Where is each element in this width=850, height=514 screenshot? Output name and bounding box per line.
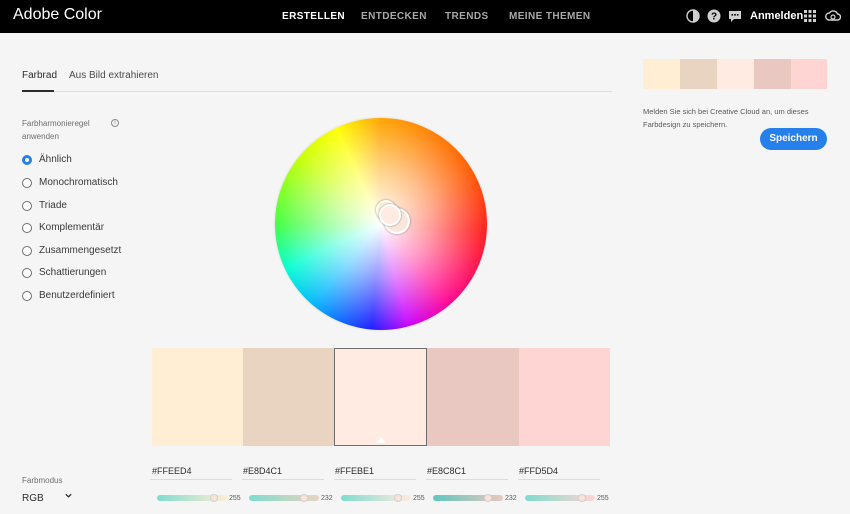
login-link[interactable]: Anmelden [750, 10, 803, 22]
help-icon[interactable]: ? [707, 9, 721, 23]
nav-meine-themen[interactable]: MEINE THEMEN [509, 11, 590, 22]
app-title[interactable]: Adobe Color [13, 6, 102, 24]
radio-button[interactable] [22, 268, 32, 278]
tab-farbrad[interactable]: Farbrad [22, 70, 57, 81]
color-wheel[interactable] [275, 118, 487, 330]
radio-button[interactable] [22, 178, 32, 188]
hex-value[interactable]: #E8D4C1 [243, 466, 282, 476]
nav-erstellen[interactable]: ERSTELLEN [282, 11, 345, 22]
theme-preview-swatch [717, 59, 754, 89]
radio-button[interactable] [22, 201, 32, 211]
color-mode-label: Farbmodus [22, 476, 63, 485]
slider-thumb[interactable] [578, 494, 587, 502]
radio-button[interactable] [22, 155, 32, 165]
slider-thumb[interactable] [484, 494, 493, 502]
slider-thumb[interactable] [394, 494, 403, 502]
channel-slider[interactable] [525, 494, 595, 502]
info-icon[interactable]: i [111, 119, 119, 127]
radio-label: Schattierungen [39, 267, 107, 278]
theme-preview-swatch [643, 59, 680, 89]
theme-toggle-icon[interactable] [686, 9, 700, 23]
radio-label: Triade [39, 200, 67, 211]
hex-field-underline [242, 479, 324, 480]
chevron-down-icon[interactable] [64, 491, 73, 500]
radio-label: Zusammengesetzt [39, 245, 122, 256]
color-handle[interactable] [379, 204, 401, 226]
slider-value[interactable]: 232 [321, 495, 333, 502]
slider-value[interactable]: 255 [597, 495, 609, 502]
save-button[interactable]: Speichern [760, 128, 827, 150]
slider-thumb[interactable] [300, 494, 309, 502]
color-swatch[interactable] [427, 348, 519, 446]
hex-field-underline [150, 479, 232, 480]
hex-field-underline [334, 479, 416, 480]
radio-button[interactable] [22, 246, 32, 256]
hex-value[interactable]: #FFEBE1 [335, 466, 374, 476]
active-tab-indicator [22, 90, 54, 92]
theme-preview-swatch [680, 59, 717, 89]
slider-value[interactable]: 232 [505, 495, 517, 502]
radio-label: Benutzerdefiniert [39, 290, 115, 301]
selected-indicator [376, 437, 386, 443]
hex-field-underline [426, 479, 508, 480]
radio-label: Komplementär [39, 222, 105, 233]
theme-preview-swatch [791, 59, 827, 89]
nav-trends[interactable]: TRENDS [445, 11, 489, 22]
tab-divider [22, 91, 612, 92]
color-swatch-selected[interactable] [334, 348, 427, 446]
channel-slider[interactable] [433, 494, 503, 502]
feedback-icon[interactable] [728, 9, 742, 23]
theme-preview-swatch [754, 59, 791, 89]
slider-value[interactable]: 255 [229, 495, 241, 502]
svg-text:?: ? [711, 12, 717, 23]
creative-cloud-icon[interactable] [825, 9, 841, 23]
channel-slider[interactable] [249, 494, 319, 502]
slider-value[interactable]: 255 [413, 495, 425, 502]
channel-slider[interactable] [157, 494, 227, 502]
hex-value[interactable]: #FFD5D4 [519, 466, 558, 476]
top-bar: Adobe Color ERSTELLEN ENTDECKEN TRENDS M… [0, 0, 850, 33]
channel-slider[interactable] [341, 494, 411, 502]
color-swatch[interactable] [519, 348, 610, 446]
hex-value[interactable]: #FFEED4 [152, 466, 192, 476]
radio-label: Ähnlich [39, 154, 72, 165]
hex-value[interactable]: #E8C8C1 [427, 466, 466, 476]
radio-label: Monochromatisch [39, 177, 118, 188]
hex-field-underline [518, 479, 600, 480]
apps-grid-icon[interactable] [803, 9, 817, 23]
harmony-rule-heading: Farbharmonieregel anwenden [22, 119, 90, 141]
color-swatch[interactable] [152, 348, 243, 446]
radio-button[interactable] [22, 291, 32, 301]
color-mode-select[interactable]: RGB [22, 493, 44, 504]
slider-thumb[interactable] [210, 494, 219, 502]
radio-button[interactable] [22, 223, 32, 233]
tab-aus-bild-extrahieren[interactable]: Aus Bild extrahieren [69, 70, 159, 81]
color-swatch[interactable] [243, 348, 334, 446]
nav-entdecken[interactable]: ENTDECKEN [361, 11, 427, 22]
